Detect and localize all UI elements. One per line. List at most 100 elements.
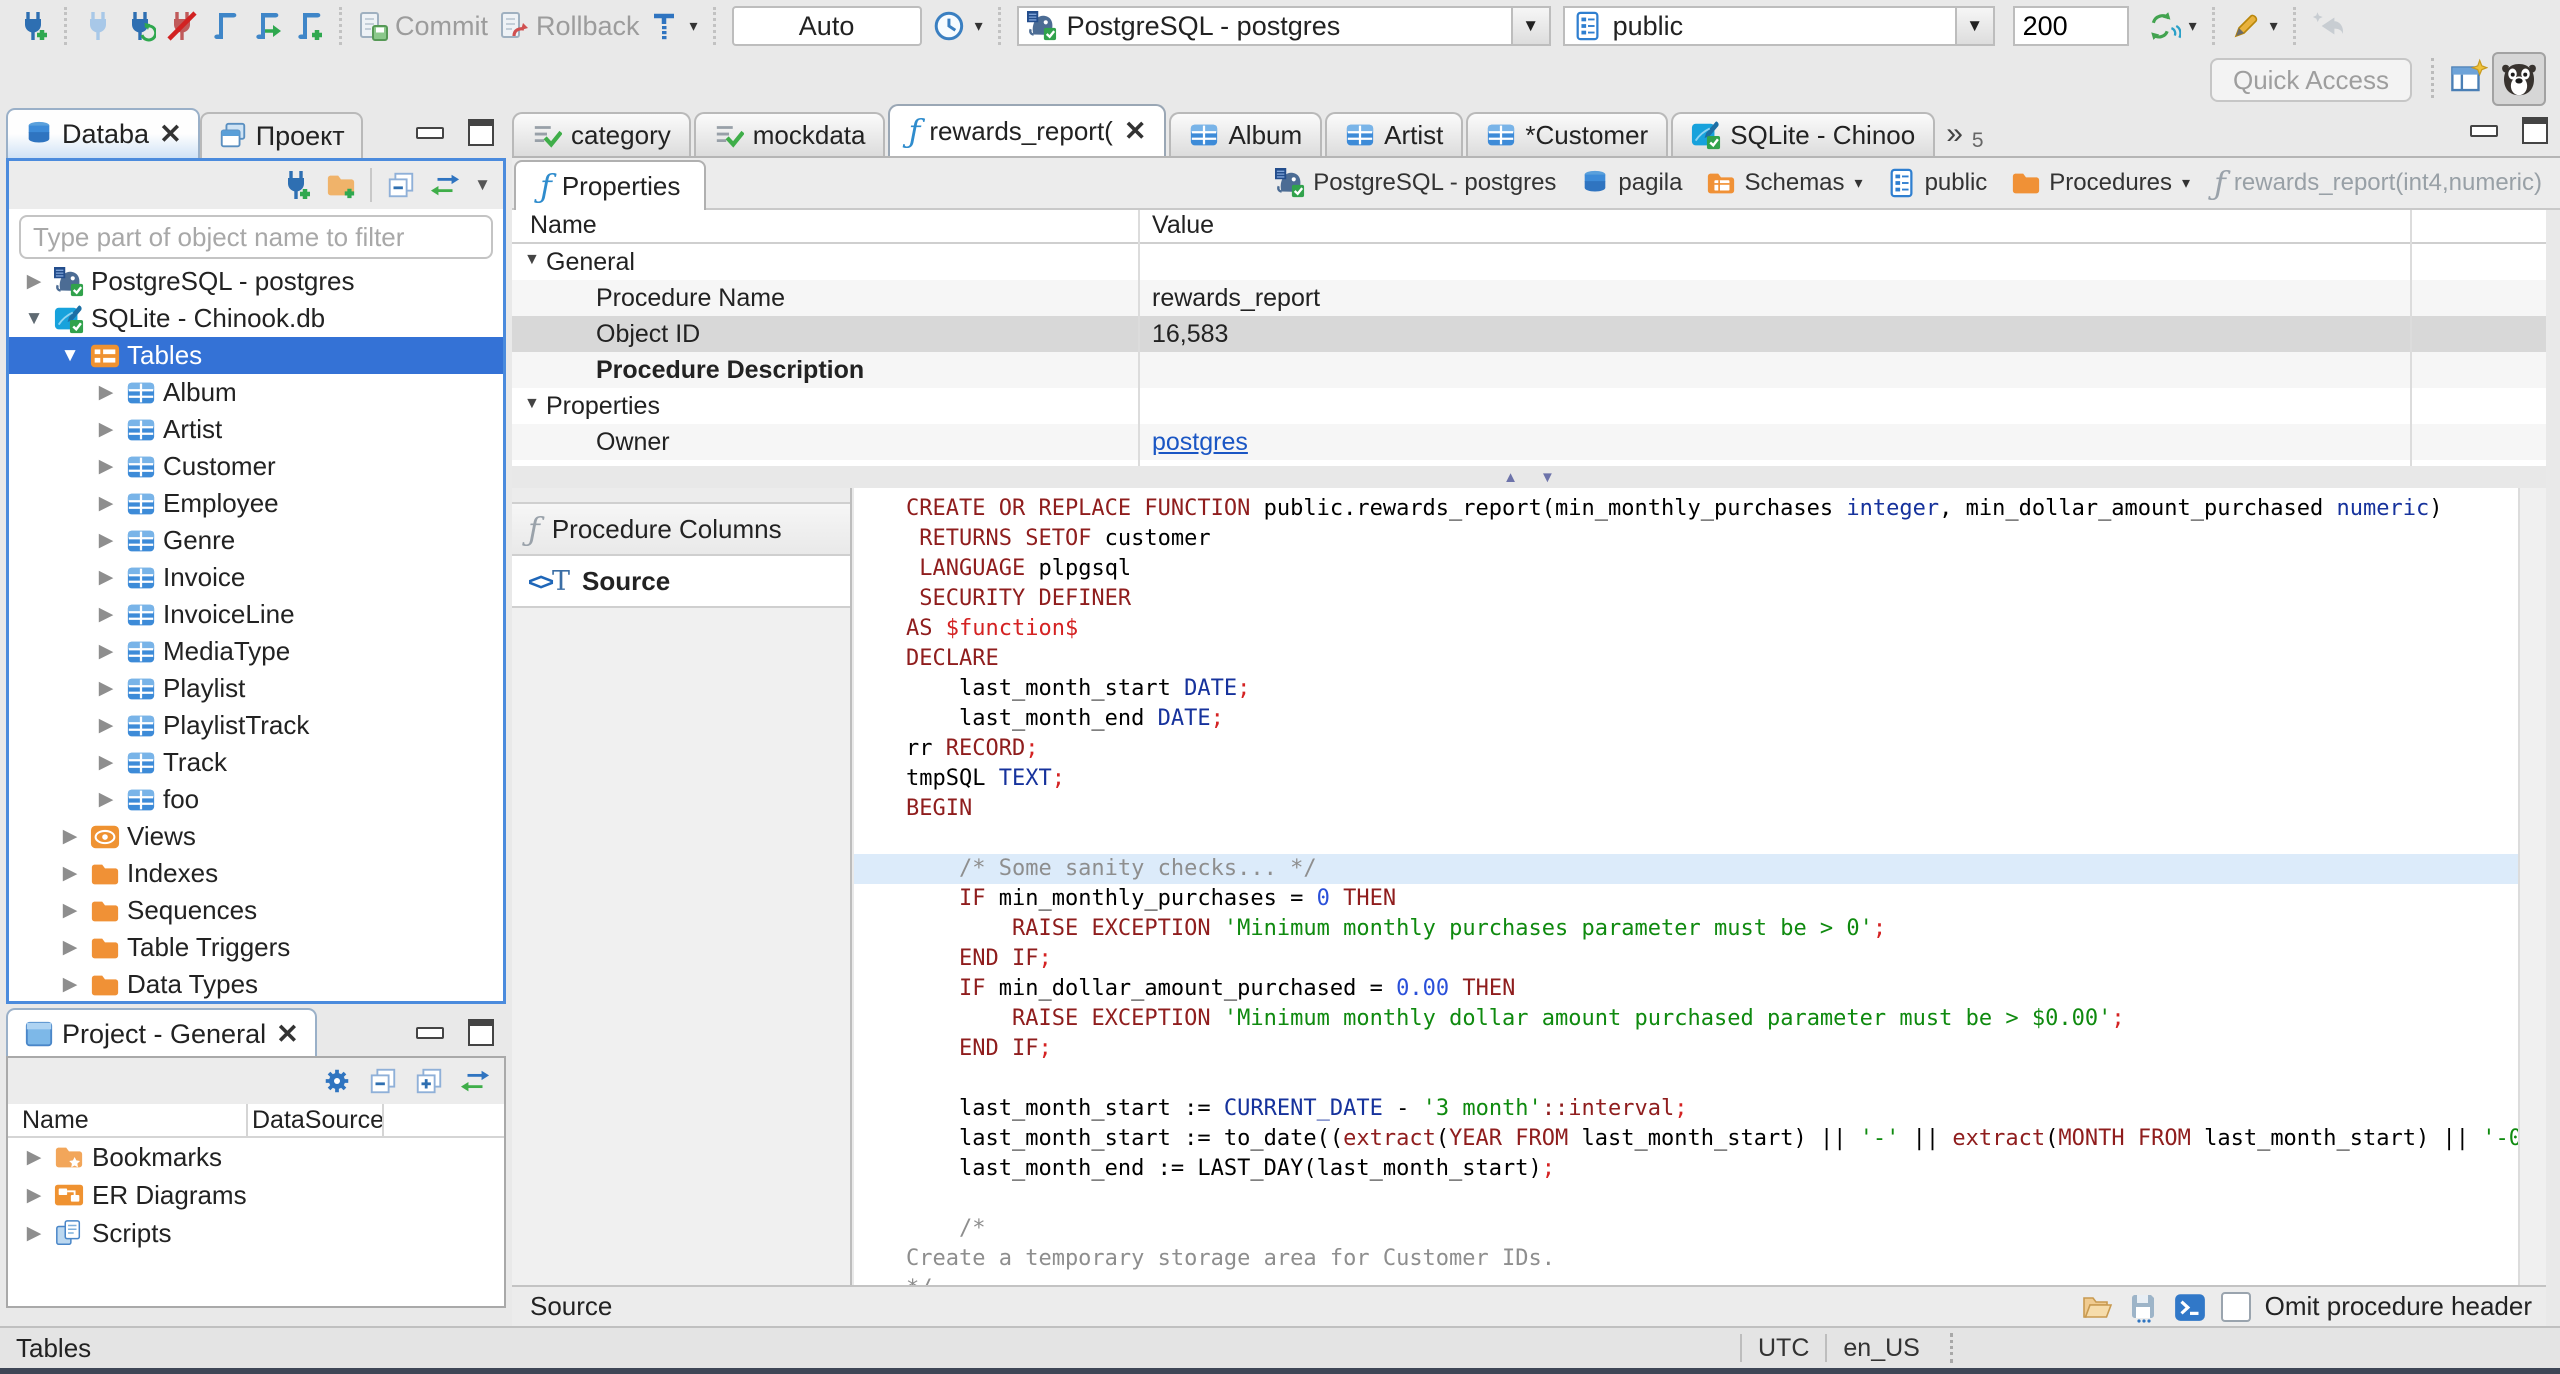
open-sql-script-button[interactable]: [250, 10, 282, 42]
editor-tab-sqlite-chinoo[interactable]: SQLite - Chinoo: [1671, 112, 1936, 156]
collapse-all-button[interactable]: [368, 1066, 398, 1096]
tree-expander-icon[interactable]: ▶: [93, 492, 119, 515]
back-button[interactable]: [2311, 9, 2345, 43]
column-divider[interactable]: [2410, 210, 2412, 466]
tree-expander-icon[interactable]: ▶: [93, 714, 119, 737]
load-from-file-button[interactable]: [2081, 1291, 2113, 1323]
tree-item-data-types[interactable]: ▶ Data Types: [9, 966, 503, 1001]
tree-expander-icon[interactable]: ▶: [93, 418, 119, 441]
sql-editor-button[interactable]: [208, 10, 240, 42]
tree-item-playlist[interactable]: ▶ Playlist: [9, 670, 503, 707]
commit-mode-combo[interactable]: Auto: [731, 6, 922, 46]
tree-expander-icon[interactable]: ▶: [93, 381, 119, 404]
fetch-size-input[interactable]: [2012, 6, 2129, 46]
tree-item-mediatype[interactable]: ▶ MediaType: [9, 633, 503, 670]
editor-scrollbar[interactable]: [2518, 488, 2546, 1285]
tree-expander-icon[interactable]: ▶: [93, 566, 119, 589]
minimize-icon[interactable]: [416, 1026, 444, 1039]
column-header-name[interactable]: Name: [22, 1106, 89, 1135]
annotate-button[interactable]: ▾: [2230, 10, 2278, 42]
editor-tab-mockdata[interactable]: mockdata: [693, 112, 886, 156]
tree-item-customer[interactable]: ▶ Customer: [9, 448, 503, 485]
tree-item-views[interactable]: ▶ Views: [9, 818, 503, 855]
tree-item-table-triggers[interactable]: ▶ Table Triggers: [9, 929, 503, 966]
tree-expander-icon[interactable]: ▶: [22, 1222, 46, 1245]
tree-expander-icon[interactable]: ▶: [21, 270, 47, 293]
transaction-mode-button[interactable]: ▾: [650, 10, 698, 42]
tree-item-indexes[interactable]: ▶ Indexes: [9, 855, 503, 892]
save-to-file-button[interactable]: [2127, 1291, 2159, 1323]
tab-projects[interactable]: Проект: [199, 112, 363, 158]
tree-expander-icon[interactable]: ▶: [93, 788, 119, 811]
tree-item-genre[interactable]: ▶ Genre: [9, 522, 503, 559]
maximize-icon[interactable]: [468, 119, 494, 146]
object-filter-input[interactable]: [19, 215, 493, 259]
maximize-icon[interactable]: [468, 1019, 494, 1046]
tree-expander-icon[interactable]: ▶: [57, 862, 83, 885]
refresh-button[interactable]: ▾: [2147, 9, 2197, 43]
maximize-icon[interactable]: [2522, 117, 2548, 144]
chevron-down-icon[interactable]: ▾: [1855, 173, 1863, 193]
new-folder-button[interactable]: [326, 170, 356, 200]
omit-procedure-header-checkbox[interactable]: [2220, 1291, 2251, 1322]
tree-expander-icon[interactable]: ▶: [93, 677, 119, 700]
minimize-icon[interactable]: [416, 126, 444, 139]
breadcrumb-item-rewards-report-int4-numeric[interactable]: ƒ rewards_report(int4,numeric): [2214, 167, 2542, 199]
gear-icon[interactable]: [322, 1066, 352, 1096]
view-menu-icon[interactable]: ▼: [474, 175, 491, 195]
source-editor[interactable]: CREATE OR REPLACE FUNCTION public.reward…: [854, 488, 2546, 1285]
tree-item-invoice[interactable]: ▶ Invoice: [9, 559, 503, 596]
property-row-procedure-description[interactable]: Procedure Description: [512, 352, 2546, 388]
tree-expander-icon[interactable]: ▶: [57, 973, 83, 996]
tab-overflow-button[interactable]: » 5: [1938, 112, 1991, 156]
tree-expander-icon[interactable]: ▶: [93, 751, 119, 774]
tree-expander-icon[interactable]: ▶: [93, 603, 119, 626]
dbeaver-perspective-button[interactable]: [2492, 52, 2546, 106]
project-item-scripts[interactable]: ▶ Scripts: [8, 1214, 504, 1252]
project-item-bookmarks[interactable]: ▶ Bookmarks: [8, 1138, 504, 1176]
tree-item-playlisttrack[interactable]: ▶ PlaylistTrack: [9, 707, 503, 744]
column-divider[interactable]: [382, 1104, 384, 1136]
tree-item-foo[interactable]: ▶ foo: [9, 781, 503, 818]
sash-up-icon[interactable]: ▲: [1503, 469, 1518, 486]
open-in-sql-console-button[interactable]: [2173, 1290, 2207, 1324]
new-connection-button[interactable]: [280, 169, 312, 201]
tree-expander-icon[interactable]: ▶: [22, 1184, 46, 1207]
tree-item-sqlite-chinook-db[interactable]: ▼ SQLite - Chinook.db: [9, 300, 503, 337]
tree-expander-icon[interactable]: ▶: [93, 529, 119, 552]
source-code[interactable]: CREATE OR REPLACE FUNCTION public.reward…: [854, 488, 2520, 1285]
tree-item-artist[interactable]: ▶ Artist: [9, 411, 503, 448]
active-schema-combo[interactable]: public ▼: [1562, 6, 1995, 46]
close-icon[interactable]: ✕: [1124, 116, 1147, 147]
link-with-editor-button[interactable]: [430, 170, 460, 200]
chevron-down-icon[interactable]: ▾: [2182, 173, 2190, 193]
tree-expander-icon[interactable]: ▶: [22, 1146, 46, 1169]
active-connection-combo[interactable]: PostgreSQL - postgres ▼: [1016, 6, 1551, 46]
column-header-name[interactable]: Name: [530, 211, 597, 240]
column-divider[interactable]: [1138, 210, 1140, 466]
tree-expander-icon[interactable]: ▶: [57, 936, 83, 959]
column-header-value[interactable]: Value: [1152, 211, 1214, 240]
group-expander-icon[interactable]: ▼: [524, 251, 540, 269]
project-item-er-diagrams[interactable]: ▶ ER Diagrams: [8, 1176, 504, 1214]
combo-dropdown-button[interactable]: ▼: [1954, 8, 1993, 44]
tree-expander-icon[interactable]: ▼: [57, 345, 83, 367]
disconnect-button[interactable]: [166, 10, 198, 42]
expand-all-button[interactable]: [414, 1066, 444, 1096]
link-with-editor-button[interactable]: [460, 1066, 490, 1096]
tree-item-postgresql-postgres[interactable]: ▶ PostgreSQL - postgres: [9, 263, 503, 300]
tree-expander-icon[interactable]: ▶: [93, 455, 119, 478]
close-icon[interactable]: ✕: [276, 1019, 299, 1050]
new-connection-button[interactable]: [17, 10, 49, 42]
splitter-sash[interactable]: ▲ ▼: [512, 466, 2546, 488]
tab-properties[interactable]: ƒ Properties: [514, 160, 707, 210]
property-row-properties[interactable]: ▼ Properties: [512, 388, 2546, 424]
tab-project-general[interactable]: Project - General ✕: [6, 1008, 317, 1058]
breadcrumb-item-pagila[interactable]: pagila: [1580, 168, 1682, 198]
breadcrumb-item-procedures[interactable]: Procedures ▾: [2011, 168, 2190, 198]
property-row-owner[interactable]: Owner postgres: [512, 424, 2546, 460]
new-sql-editor-button[interactable]: [292, 10, 324, 42]
editor-tab-artist[interactable]: Artist: [1325, 112, 1464, 156]
property-row-procedure-name[interactable]: Procedure Name rewards_report: [512, 280, 2546, 316]
commit-button[interactable]: Commit: [357, 10, 488, 42]
